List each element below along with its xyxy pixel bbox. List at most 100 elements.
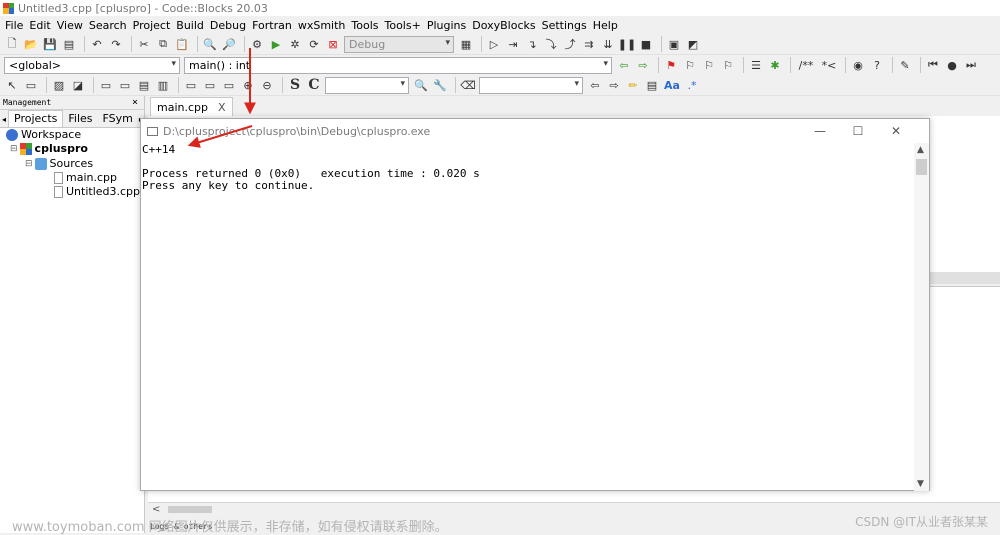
replace-icon[interactable]: 🔎 (221, 36, 237, 52)
find-prev-icon[interactable]: ⇦ (587, 77, 603, 93)
doxy-config-icon[interactable]: ✎ (897, 57, 913, 73)
paste-icon[interactable]: 📋 (174, 36, 190, 52)
scroll-up-icon[interactable]: ▲ (917, 145, 924, 155)
bookmark-toggle-icon[interactable]: ⚑ (663, 57, 679, 73)
match-case-regex-button[interactable]: Aa (663, 77, 681, 93)
stop-debug-icon[interactable]: ■ (638, 36, 654, 52)
search-tools-icon[interactable]: 🔧 (432, 77, 448, 93)
find-icon[interactable]: 🔍 (202, 36, 218, 52)
highlight-icon[interactable]: ✏ (625, 77, 641, 93)
menu-file[interactable]: File (2, 19, 26, 32)
new-file-icon[interactable]: 🗋 (4, 36, 20, 52)
menu-debug[interactable]: Debug (207, 19, 249, 32)
open-folder-icon[interactable]: 📂 (23, 36, 39, 52)
jump-forward-icon[interactable]: ⇨ (635, 57, 651, 73)
zoom-in-icon[interactable]: ⊕ (240, 77, 256, 93)
doxy-help-icon[interactable]: ? (869, 57, 885, 73)
panel-b-icon[interactable]: ▭ (117, 77, 133, 93)
pause-icon[interactable]: ❚❚ (618, 36, 636, 52)
jump-back-icon[interactable]: ⇦ (616, 57, 632, 73)
step-into-icon[interactable]: ⤵ (543, 36, 559, 52)
debug-start-icon[interactable]: ▷ (486, 36, 502, 52)
clear-search-icon[interactable]: ⌫ (460, 77, 476, 93)
scrollbar-thumb[interactable] (916, 159, 927, 175)
edit-frame-icon[interactable]: ◪ (70, 77, 86, 93)
pointer-icon[interactable]: ↖ (4, 77, 20, 93)
menu-project[interactable]: Project (130, 19, 174, 32)
run-icon[interactable]: ▶ (268, 36, 284, 52)
whole-word-button[interactable]: C (306, 77, 322, 93)
tab-files[interactable]: Files (63, 111, 97, 127)
bug-icon[interactable]: ✱ (767, 57, 783, 73)
close-icon[interactable]: ✕ (877, 124, 915, 138)
step-into-instruction-icon[interactable]: ⇊ (600, 36, 616, 52)
menu-doxyblocks[interactable]: DoxyBlocks (469, 19, 538, 32)
scrollbar-thumb[interactable] (168, 506, 212, 513)
next-line-icon[interactable]: ↴ (524, 36, 540, 52)
shape-a-icon[interactable]: ▭ (183, 77, 199, 93)
menu-search[interactable]: Search (86, 19, 130, 32)
menu-fortran[interactable]: Fortran (249, 19, 295, 32)
incremental-search-select[interactable]: ▾ (479, 76, 583, 94)
stack-icon[interactable]: ☰ (748, 57, 764, 73)
menu-plugins[interactable]: Plugins (424, 19, 469, 32)
next-instruction-icon[interactable]: ⇉ (581, 36, 597, 52)
doxy-line-comment-icon[interactable]: *< (820, 57, 838, 73)
tab-scroll-left-icon[interactable]: ◂ (0, 114, 8, 127)
scroll-down-icon[interactable]: ▼ (917, 479, 924, 489)
shape-c-icon[interactable]: ▭ (221, 77, 237, 93)
save-icon[interactable]: 💾 (42, 36, 58, 52)
menu-view[interactable]: View (54, 19, 86, 32)
tree-file-main[interactable]: main.cpp (54, 171, 117, 184)
search-go-icon[interactable]: 🔍 (413, 77, 429, 93)
panel-c-icon[interactable]: ▤ (136, 77, 152, 93)
shape-b-icon[interactable]: ▭ (202, 77, 218, 93)
step-out-icon[interactable]: ⤴ (562, 36, 578, 52)
tab-fsymbols[interactable]: FSym (98, 111, 138, 127)
close-icon[interactable]: × (132, 97, 138, 108)
console-window[interactable]: D:\cplusproject\cpluspro\bin\Debug\cplus… (140, 118, 930, 491)
menu-edit[interactable]: Edit (26, 19, 53, 32)
build-target-select[interactable]: Debug ▾ (344, 35, 454, 53)
menu-help[interactable]: Help (590, 19, 621, 32)
image-frame-icon[interactable]: ▨ (51, 77, 67, 93)
console-scrollbar[interactable]: ▲ ▼ (914, 143, 929, 491)
doxy-run-icon[interactable]: ◉ (850, 57, 866, 73)
nav-last-icon[interactable]: ⏭ (963, 57, 979, 73)
nav-first-icon[interactable]: ⏮ (925, 57, 941, 73)
bookmark-prev-icon[interactable]: ⚐ (682, 57, 698, 73)
bookmark-next-icon[interactable]: ⚐ (701, 57, 717, 73)
doxy-comment-block-icon[interactable]: /** (795, 57, 817, 73)
redo-icon[interactable]: ↷ (108, 36, 124, 52)
search-text-select[interactable]: ▾ (325, 76, 409, 94)
menu-build[interactable]: Build (173, 19, 207, 32)
scope-select[interactable]: <global> ▾ (4, 56, 180, 74)
match-case-button[interactable]: S (287, 77, 303, 93)
tree-file-untitled3[interactable]: Untitled3.cpp (54, 185, 140, 198)
abort-icon[interactable]: ⊠ (325, 36, 341, 52)
maximize-icon[interactable]: ☐ (839, 124, 877, 138)
menu-tools[interactable]: Tools (348, 19, 381, 32)
bookmark-clear-icon[interactable]: ⚐ (720, 57, 736, 73)
menu-tools-plus[interactable]: Tools+ (382, 19, 424, 32)
tree-project[interactable]: ⊟ cpluspro (10, 142, 88, 155)
menu-wxsmith[interactable]: wxSmith (295, 19, 349, 32)
tree-workspace[interactable]: Workspace (6, 128, 81, 141)
minimize-icon[interactable]: — (801, 124, 839, 138)
symbol-select[interactable]: main() : int ▾ (184, 56, 612, 74)
regex-button[interactable]: .* (684, 77, 700, 93)
find-next-icon[interactable]: ⇨ (606, 77, 622, 93)
tree-sources[interactable]: ⊟ Sources (25, 157, 93, 170)
rebuild-icon[interactable]: ⟳ (306, 36, 322, 52)
scroll-left-icon[interactable]: < (152, 504, 160, 515)
editor-scrollbar[interactable] (928, 272, 1000, 284)
selected-text-only-icon[interactable]: ▤ (644, 77, 660, 93)
tab-projects[interactable]: Projects (8, 110, 64, 127)
save-all-icon[interactable]: ▤ (61, 36, 77, 52)
debug-windows-icon[interactable]: ▣ (666, 36, 682, 52)
undo-icon[interactable]: ↶ (89, 36, 105, 52)
editor-tab-main[interactable]: main.cpp X (150, 97, 233, 116)
nav-dot-icon[interactable]: ● (944, 57, 960, 73)
copy-icon[interactable]: ⧉ (155, 36, 171, 52)
run-to-cursor-icon[interactable]: ⇥ (505, 36, 521, 52)
